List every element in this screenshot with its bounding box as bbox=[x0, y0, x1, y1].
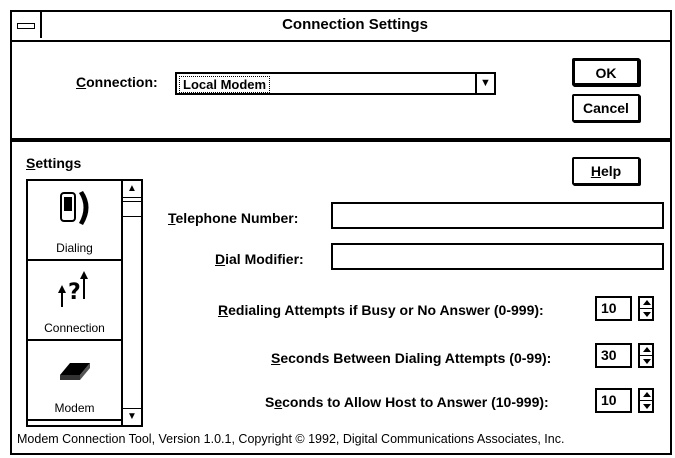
settings-item-label: Connection bbox=[44, 321, 105, 335]
seconds-between-label: Seconds Between Dialing Attempts (0-99): bbox=[271, 350, 552, 366]
settings-item-label: Modem bbox=[54, 401, 95, 415]
settings-list: Dialing ? Connection Modem bbox=[26, 179, 123, 427]
connection-dropdown[interactable]: Local Modem ▼ bbox=[175, 72, 496, 95]
spin-arrows-icon[interactable] bbox=[638, 388, 654, 413]
settings-item-dialing[interactable]: Dialing bbox=[28, 181, 121, 261]
host-answer-value[interactable]: 10 bbox=[595, 388, 632, 413]
telephone-number-input[interactable] bbox=[331, 202, 664, 229]
telephone-icon bbox=[60, 191, 89, 225]
separator bbox=[12, 138, 670, 142]
spin-arrows-icon[interactable] bbox=[638, 343, 654, 368]
system-menu-icon bbox=[17, 23, 35, 29]
dial-modifier-input[interactable] bbox=[331, 243, 664, 270]
modem-icon bbox=[60, 363, 90, 380]
connection-settings-dialog: Connection Settings Connection: Local Mo… bbox=[10, 10, 672, 455]
redial-attempts-spinner[interactable]: 10 bbox=[595, 296, 654, 321]
telephone-number-label: Telephone Number: bbox=[168, 210, 299, 226]
seconds-between-value[interactable]: 30 bbox=[595, 343, 632, 368]
redial-attempts-value[interactable]: 10 bbox=[595, 296, 632, 321]
dial-modifier-label: Dial Modifier: bbox=[215, 251, 304, 267]
connection-icon: ? bbox=[58, 271, 88, 307]
system-menu-button[interactable] bbox=[12, 12, 42, 38]
scroll-thumb[interactable] bbox=[123, 201, 141, 217]
connection-label: Connection: bbox=[76, 74, 158, 90]
settings-item-connection[interactable]: ? Connection bbox=[28, 261, 121, 341]
window-title: Connection Settings bbox=[282, 16, 428, 33]
settings-item-modem[interactable]: Modem bbox=[28, 341, 121, 421]
title-bar: Connection Settings bbox=[12, 12, 670, 42]
help-button[interactable]: Help bbox=[572, 157, 640, 185]
dropdown-arrow-icon[interactable]: ▼ bbox=[475, 74, 494, 93]
host-answer-label: Seconds to Allow Host to Answer (10-999)… bbox=[265, 394, 549, 410]
svg-text:?: ? bbox=[68, 280, 81, 305]
host-answer-spinner[interactable]: 10 bbox=[595, 388, 654, 413]
settings-label: Settings bbox=[26, 155, 82, 171]
redial-attempts-label: Redialing Attempts if Busy or No Answer … bbox=[218, 302, 544, 318]
scroll-up-icon[interactable]: ▲ bbox=[123, 181, 141, 198]
spin-arrows-icon[interactable] bbox=[638, 296, 654, 321]
status-text: Modem Connection Tool, Version 1.0.1, Co… bbox=[17, 432, 565, 446]
seconds-between-spinner[interactable]: 30 bbox=[595, 343, 654, 368]
cancel-button[interactable]: Cancel bbox=[572, 94, 640, 122]
settings-item-label: Dialing bbox=[56, 241, 93, 255]
scroll-down-icon[interactable]: ▼ bbox=[123, 408, 141, 425]
ok-button[interactable]: OK bbox=[572, 58, 640, 86]
settings-scrollbar[interactable]: ▲ ▼ bbox=[123, 179, 143, 427]
connection-value: Local Modem bbox=[179, 76, 271, 93]
